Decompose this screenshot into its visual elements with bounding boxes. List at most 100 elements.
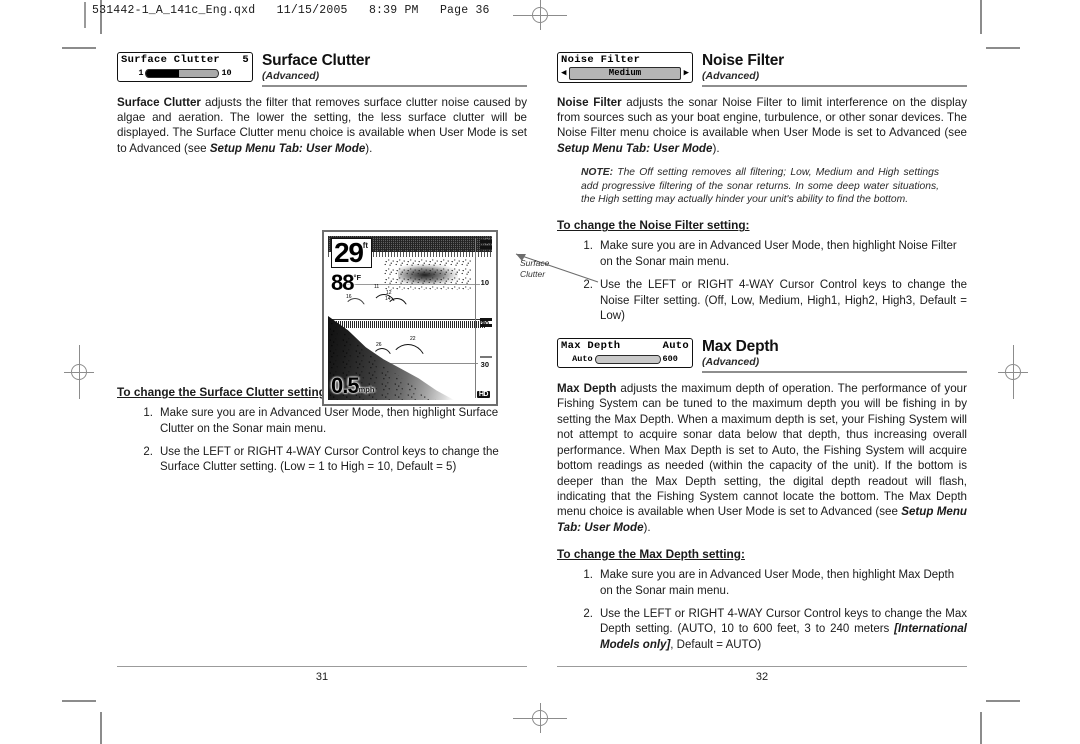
max-depth-max-label: 600 <box>662 354 678 365</box>
fish-arc-5 <box>372 348 392 359</box>
max-depth-procedure-title: To change the Max Depth setting: <box>557 547 745 562</box>
noise-filter-note: NOTE: The Off setting removes all filter… <box>581 166 939 206</box>
surface-clutter-widget[interactable]: Surface Clutter 5 1 10 <box>117 52 253 82</box>
max-depth-subtitle: (Advanced) <box>702 356 760 369</box>
crop-mark-bottom-left-horizontal <box>62 700 96 702</box>
noise-filter-selector-row[interactable]: ◀ Medium ▶ <box>561 67 689 80</box>
thermocline-line <box>328 319 486 320</box>
surface-clutter-max-label: 10 <box>221 68 232 78</box>
noise-filter-combo[interactable]: ◀ Medium ▶ <box>561 67 689 80</box>
depth-unit: ft <box>362 241 369 250</box>
note-label: NOTE: <box>581 167 614 179</box>
noise-filter-widget-row-label: Noise Filter <box>561 54 689 67</box>
noise-filter-widget[interactable]: Noise Filter ◀ Medium ▶ <box>557 52 693 83</box>
max-depth-title-block: Max Depth (Advanced) <box>702 338 967 374</box>
page-left: Surface Clutter 5 1 10 Surface Clutter (… <box>117 52 599 683</box>
sonar-screenshot-figure: 11 12 14 16 22 26 0 10 20 30 40 <box>322 230 599 406</box>
temperature-readout: 88 °F <box>331 272 361 294</box>
surface-clutter-section-head: Surface Clutter 5 1 10 Surface Clutter (… <box>117 52 527 87</box>
crop-mark-top-left-horizontal <box>62 47 96 49</box>
surface-clutter-widget-title: Surface Clutter <box>121 54 221 66</box>
max-depth-divider <box>702 371 967 374</box>
crop-mark-bottom-right-horizontal <box>986 700 1020 702</box>
max-depth-section-head: Max Depth Auto Auto 600 Max Depth (Advan… <box>557 338 967 374</box>
list-item: 2. Use the LEFT or RIGHT 4-WAY Cursor Co… <box>557 607 967 653</box>
page-right: Noise Filter ◀ Medium ▶ Noise Filter (Ad… <box>557 52 967 683</box>
noise-filter-para-tail: ). <box>712 141 720 155</box>
step-text: Use the LEFT or RIGHT 4-WAY Cursor Contr… <box>600 279 967 323</box>
fish-arc-4 <box>390 344 426 363</box>
max-depth-slider-row[interactable]: Auto 600 <box>561 353 689 365</box>
step-number: 1. <box>583 569 593 582</box>
fish-depth-label-22: 22 <box>410 336 416 342</box>
max-depth-steps: 1. Make sure you are in Advanced User Mo… <box>557 568 967 653</box>
noise-filter-section-head: Noise Filter ◀ Medium ▶ Noise Filter (Ad… <box>557 52 967 87</box>
registration-mark-right-middle <box>998 345 1028 399</box>
registration-mark-left-middle <box>64 345 94 399</box>
page-title-noise-filter: Noise Filter <box>702 52 785 69</box>
step-number: 2. <box>583 607 593 620</box>
list-item: 2. Use the LEFT or RIGHT 4-WAY Cursor Co… <box>117 445 527 476</box>
footer-rule <box>117 666 527 668</box>
max-depth-widget-row-label: Max Depth Auto <box>561 340 689 353</box>
surface-clutter-slider-row[interactable]: 1 10 <box>121 67 249 79</box>
surface-clutter-divider <box>262 85 527 87</box>
depth-value: 29 <box>334 237 364 268</box>
footer-rule <box>557 666 967 668</box>
step-number: 1. <box>143 407 153 420</box>
speed-readout: 0.5 mph <box>331 375 374 397</box>
depth-scale-axis <box>475 238 476 398</box>
max-depth-widget-title: Max Depth <box>561 340 621 353</box>
surface-clutter-widget-row-label: Surface Clutter 5 <box>121 54 249 67</box>
chevron-left-icon[interactable]: ◀ <box>561 69 566 78</box>
footer-right: 32 <box>557 666 967 683</box>
note-text: The Off setting removes all filtering; L… <box>581 167 939 206</box>
surface-clutter-slider[interactable] <box>145 68 220 78</box>
registration-mark-bottom-center <box>513 703 567 733</box>
page-number: 32 <box>755 671 769 684</box>
speed-value: 0.5 <box>331 373 360 398</box>
noise-filter-para-ref: Setup Menu Tab: User Mode <box>557 141 713 155</box>
callout-line-2: Clutter <box>520 269 546 279</box>
hd-badge: HD <box>476 391 490 398</box>
chevron-right-icon[interactable]: ▶ <box>684 69 689 78</box>
list-item: 1. Make sure you are in Advanced User Mo… <box>117 406 527 437</box>
noise-filter-selected-value[interactable]: Medium <box>569 67 681 80</box>
max-depth-widget-value: Auto <box>662 340 689 353</box>
max-depth-paragraph: Max Depth adjusts the maximum depth of o… <box>557 381 967 535</box>
max-depth-para-rest: adjusts the maximum depth of operation. … <box>557 382 967 519</box>
surface-clutter-paragraph: Surface Clutter adjusts the filter that … <box>117 95 527 157</box>
list-item: 1. Make sure you are in Advanced User Mo… <box>557 568 967 599</box>
max-depth-slider[interactable] <box>594 354 661 364</box>
max-depth-para-lead: Max Depth <box>557 382 617 396</box>
surface-clutter-para-tail: ). <box>365 141 373 155</box>
surface-clutter-para-ref: Setup Menu Tab: User Mode <box>209 141 366 155</box>
noise-filter-divider <box>702 85 967 87</box>
surface-clutter-min-label: 1 <box>138 68 144 78</box>
step-number: 2. <box>143 446 153 459</box>
footer-left: 31 <box>117 666 527 683</box>
callout-surface-clutter-label: Surface Clutter <box>520 258 549 280</box>
crop-mark-top-right-vertical <box>980 0 982 34</box>
step-number: 2. <box>583 279 593 292</box>
surface-clutter-subtitle: (Advanced) <box>262 70 320 82</box>
max-depth-widget[interactable]: Max Depth Auto Auto 600 <box>557 338 693 369</box>
noise-filter-subtitle: (Advanced) <box>702 70 760 82</box>
sonar-noise-cloud <box>384 258 472 290</box>
fish-depth-label-26: 26 <box>376 342 382 348</box>
crop-mark-top-right-horizontal <box>986 47 1020 49</box>
registration-mark-top-center <box>513 0 567 30</box>
step-text: Make sure you are in Advanced User Mode,… <box>600 240 957 268</box>
surface-clutter-para-lead: Surface Clutter <box>117 95 201 109</box>
sonar-display-inner: 11 12 14 16 22 26 0 10 20 30 40 <box>328 236 492 400</box>
sonar-display: 11 12 14 16 22 26 0 10 20 30 40 <box>322 230 498 406</box>
step-text: Make sure you are in Advanced User Mode,… <box>600 569 955 597</box>
callout-line-1: Surface <box>520 258 550 268</box>
noise-filter-steps: 1. Make sure you are in Advanced User Mo… <box>557 239 967 324</box>
thermocline-band <box>328 321 486 328</box>
fish-depth-label-11: 11 <box>374 284 380 290</box>
list-item: 2. Use the LEFT or RIGHT 4-WAY Cursor Co… <box>557 278 967 324</box>
step-number: 1. <box>583 240 593 253</box>
noise-filter-widget-title: Noise Filter <box>561 54 641 66</box>
step-text: Use the LEFT or RIGHT 4-WAY Cursor Contr… <box>600 607 967 653</box>
